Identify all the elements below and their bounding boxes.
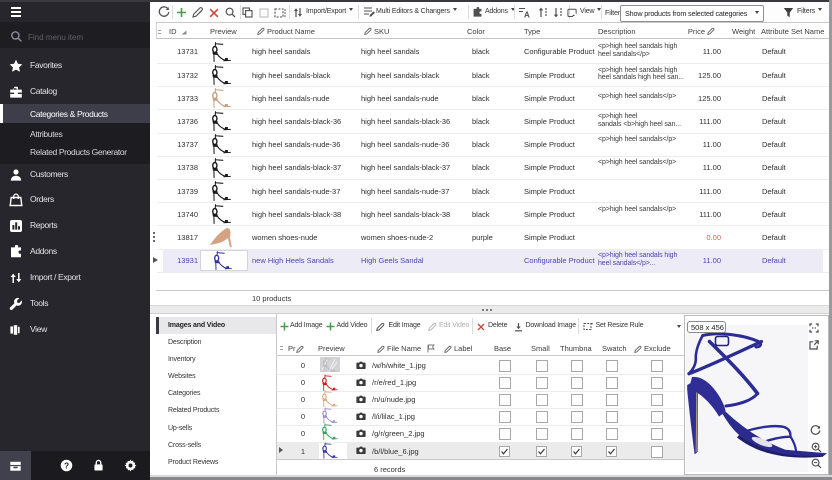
svg-text:?: ? (64, 460, 69, 470)
svg-text:A: A (524, 10, 530, 18)
